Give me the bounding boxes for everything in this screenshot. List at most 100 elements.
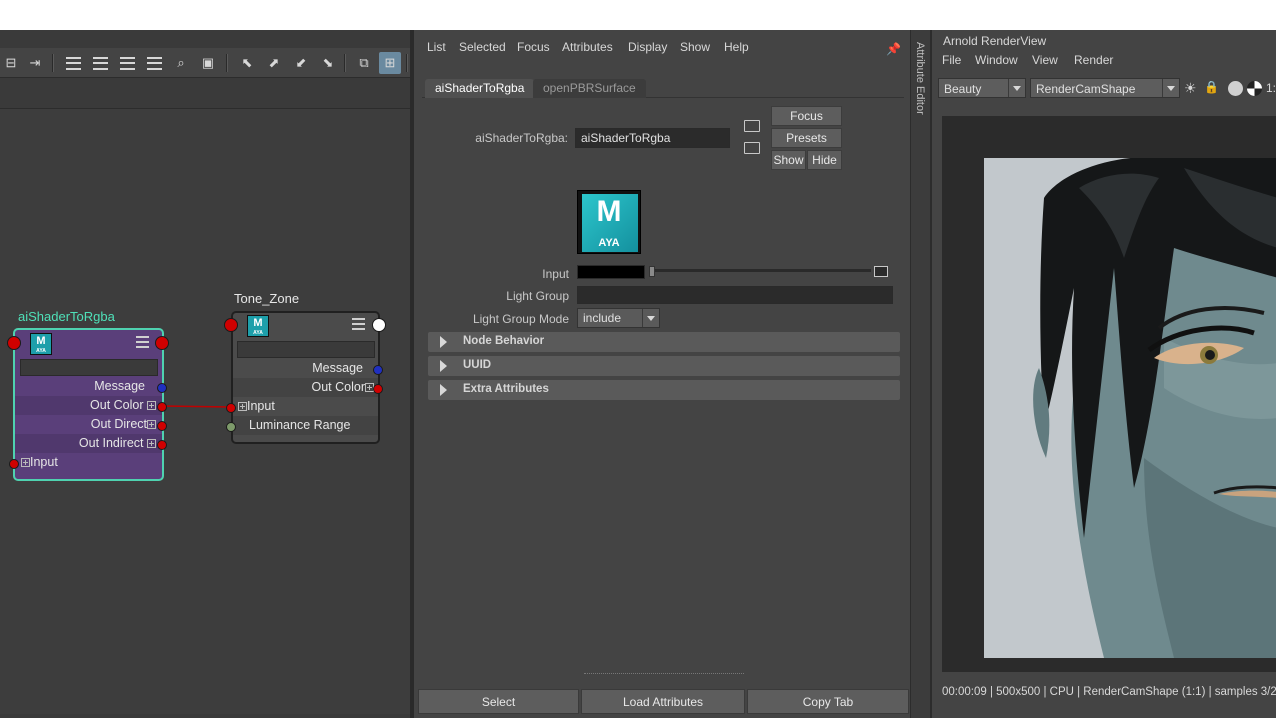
section-uuid[interactable]: UUID (428, 356, 900, 376)
menu-attributes[interactable]: Attributes (562, 40, 613, 54)
frame-all-icon[interactable]: ⊟ (0, 52, 22, 74)
pin-icon[interactable]: 📌 (886, 42, 901, 56)
aov-dropdown[interactable]: Beauty (938, 78, 1026, 98)
attr-out-color[interactable]: Out Color (233, 378, 378, 397)
input-color-swatch[interactable] (577, 265, 645, 279)
light-group-field[interactable] (577, 286, 893, 304)
menu-selected[interactable]: Selected (459, 40, 506, 54)
attr-out-indirect[interactable]: Out Indirect (15, 434, 162, 453)
chevron-down-icon (1008, 79, 1025, 97)
tab-openpbrsurface[interactable]: openPBRSurface (533, 79, 646, 98)
lock-icon[interactable]: 🔒 (1204, 80, 1219, 94)
rv-menu-view[interactable]: View (1032, 53, 1058, 67)
icon-letter: M (36, 335, 46, 347)
expand-icon[interactable] (147, 401, 156, 410)
input-port[interactable] (7, 336, 21, 350)
node-editor-toolbar: ⊟ ⇥ ⌕ ▣ ⬉ ⬈ ⬋ ⬊ ⧉ ⊞ (0, 48, 414, 78)
node-aishadertorgba[interactable]: M AYA Message Out Color Out Direct Out I… (13, 328, 164, 481)
maya-node-icon: M AYA (30, 333, 52, 355)
input-port[interactable] (226, 403, 236, 413)
aov-value: Beauty (944, 82, 982, 96)
show-button[interactable]: Show (771, 150, 806, 170)
message-port[interactable] (157, 383, 167, 393)
node-graph-canvas[interactable]: aiShaderToRgba M AYA Message Out Color O… (0, 108, 410, 714)
load-attributes-button[interactable]: Load Attributes (581, 689, 745, 714)
render-viewport[interactable] (942, 116, 1276, 672)
attribute-editor-side-tab[interactable]: Attribute Editor (910, 30, 930, 718)
input-port[interactable] (9, 459, 19, 469)
pick-walk-right-icon[interactable]: ⬊ (317, 52, 339, 74)
node-title-aishadertorgba[interactable]: aiShaderToRgba (18, 309, 115, 324)
expand-icon[interactable] (147, 420, 156, 429)
expand-icon[interactable] (238, 402, 247, 411)
section-node-behavior[interactable]: Node Behavior (428, 332, 900, 352)
layout-custom-icon[interactable] (143, 52, 165, 74)
select-button[interactable]: Select (418, 689, 579, 714)
pick-walk-down-icon[interactable]: ⬈ (263, 52, 285, 74)
attr-input-label: Input (247, 399, 275, 413)
rv-menu-window[interactable]: Window (975, 53, 1018, 67)
focus-button[interactable]: Focus (771, 106, 842, 126)
out-color-port[interactable] (157, 402, 167, 412)
menu-display[interactable]: Display (628, 40, 667, 54)
output-connections-icon[interactable] (744, 142, 760, 154)
search-icon[interactable]: ⌕ (170, 52, 192, 74)
attr-message[interactable]: Message (15, 377, 162, 396)
light-group-mode-dropdown[interactable]: include (577, 308, 660, 328)
out-color-port[interactable] (373, 384, 383, 394)
menu-help[interactable]: Help (724, 40, 749, 54)
out-indirect-port[interactable] (157, 440, 167, 450)
input-slider-track[interactable] (651, 269, 871, 272)
message-port[interactable] (373, 365, 383, 375)
map-button-icon[interactable] (874, 266, 888, 277)
input-port[interactable] (224, 318, 238, 332)
rv-menu-render[interactable]: Render (1074, 53, 1113, 67)
tab-aishadertorgba[interactable]: aiShaderToRgba (425, 79, 535, 98)
layout-connected-icon[interactable] (89, 52, 111, 74)
alpha-channel-icon[interactable] (1247, 81, 1262, 96)
output-port[interactable] (155, 336, 169, 350)
output-port[interactable] (372, 318, 386, 332)
attr-out-direct[interactable]: Out Direct (15, 415, 162, 434)
attr-message-label: Message (94, 379, 145, 393)
expand-icon[interactable] (21, 458, 30, 467)
layout-simple-icon[interactable] (62, 52, 84, 74)
hide-button[interactable]: Hide (807, 150, 842, 170)
node-menu-icon[interactable] (136, 336, 149, 348)
snapshot-icon[interactable]: ▣ (197, 52, 219, 74)
luminance-range-port[interactable] (226, 422, 236, 432)
input-output-icon[interactable] (744, 120, 760, 132)
camera-dropdown[interactable]: RenderCamShape (1030, 78, 1180, 98)
node-name-field[interactable]: aiShaderToRgba (575, 128, 730, 148)
attr-input[interactable]: Input (233, 397, 378, 416)
sun-icon[interactable]: ☀ (1184, 80, 1197, 97)
graph-view-icon[interactable]: ⊞ (379, 52, 401, 74)
rgb-channel-icon[interactable] (1228, 81, 1243, 96)
attr-message[interactable]: Message (233, 359, 378, 378)
maya-node-icon: M AYA (247, 315, 269, 337)
menu-focus[interactable]: Focus (517, 40, 550, 54)
layout-full-icon[interactable] (116, 52, 138, 74)
frame-selection-icon[interactable]: ⇥ (24, 52, 46, 74)
input-slider-handle[interactable] (649, 266, 655, 277)
pick-walk-up-icon[interactable]: ⬉ (236, 52, 258, 74)
menu-show[interactable]: Show (680, 40, 710, 54)
expand-icon[interactable] (147, 439, 156, 448)
rv-menu-file[interactable]: File (942, 53, 961, 67)
resize-handle[interactable] (584, 673, 744, 674)
zoom-label: 1: (1266, 81, 1276, 95)
network-icon[interactable]: ⧉ (353, 52, 375, 74)
copy-tab-button[interactable]: Copy Tab (747, 689, 909, 714)
presets-button[interactable]: Presets (771, 128, 842, 148)
node-tone-zone[interactable]: M AYA Message Out Color Input Luminance … (231, 311, 380, 444)
attr-out-color[interactable]: Out Color (15, 396, 162, 415)
out-direct-port[interactable] (157, 421, 167, 431)
section-extra-attributes[interactable]: Extra Attributes (428, 380, 900, 400)
node-swatch (20, 359, 158, 376)
node-title-tone-zone[interactable]: Tone_Zone (234, 291, 299, 306)
pick-walk-left-icon[interactable]: ⬋ (290, 52, 312, 74)
attr-luminance-range[interactable]: Luminance Range (233, 416, 378, 435)
node-menu-icon[interactable] (352, 318, 365, 330)
attr-input[interactable]: Input (15, 453, 162, 472)
menu-list[interactable]: List (427, 40, 446, 54)
